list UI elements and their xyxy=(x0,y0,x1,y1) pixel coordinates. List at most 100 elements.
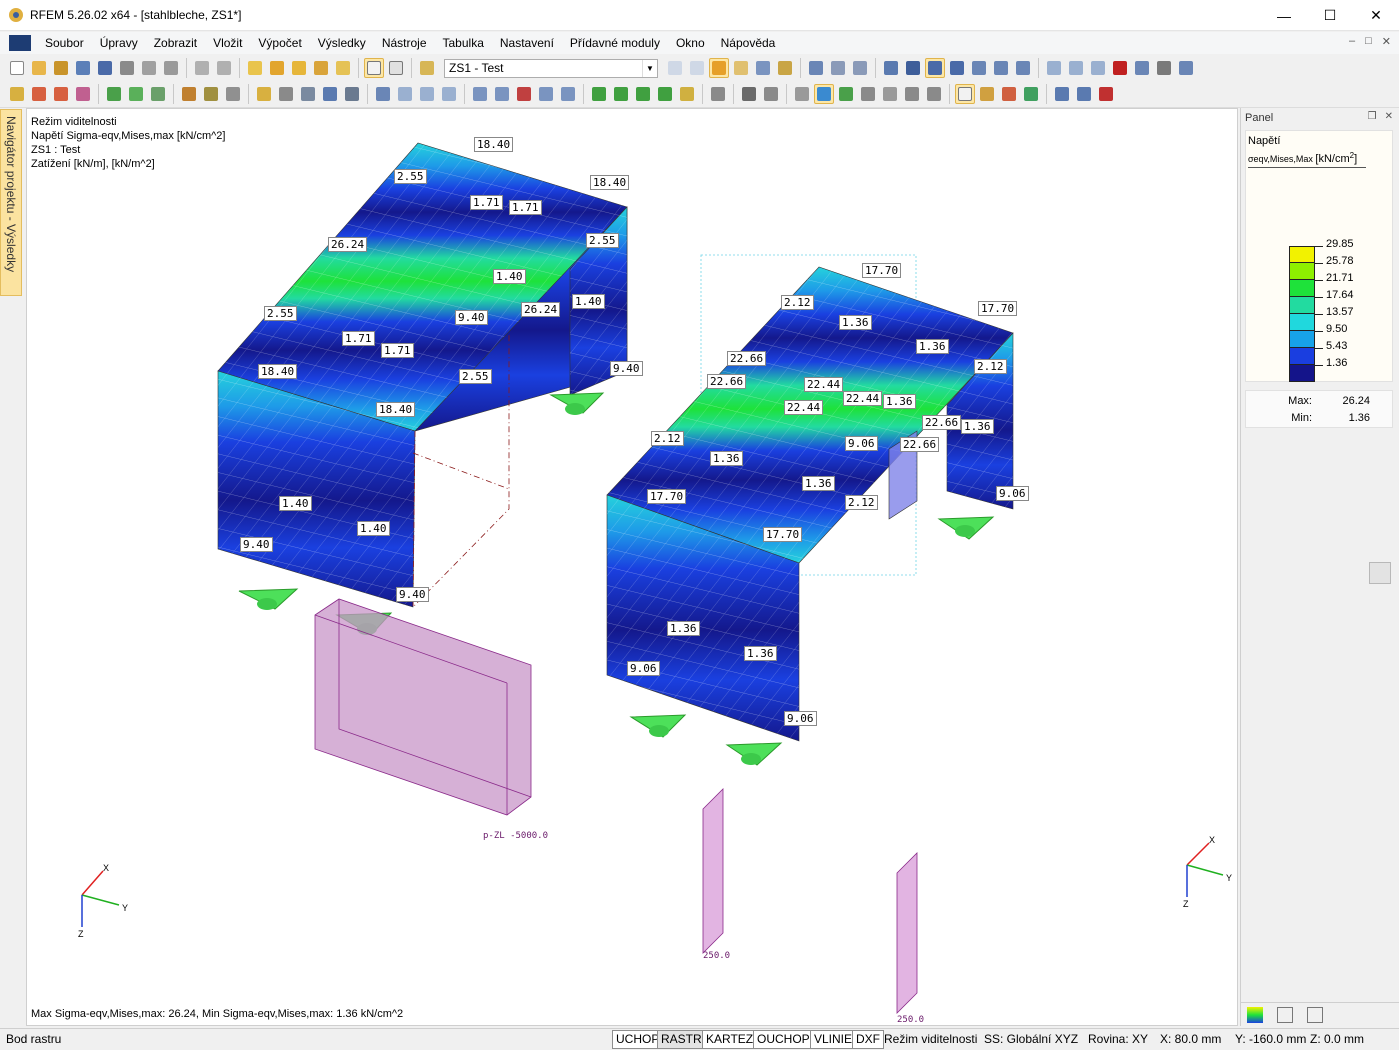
display-4-icon[interactable] xyxy=(536,84,556,104)
balance-icon[interactable] xyxy=(1277,1006,1293,1023)
support-icon[interactable] xyxy=(104,84,124,104)
table-icon[interactable] xyxy=(364,58,384,78)
member-icon[interactable] xyxy=(73,84,93,104)
menu-nastaveni[interactable]: Nastavení xyxy=(492,36,562,50)
undo-icon[interactable] xyxy=(192,58,212,78)
color-scale-icon[interactable] xyxy=(1247,1006,1263,1023)
menu-napoveda[interactable]: Nápověda xyxy=(713,36,784,50)
render-5-icon[interactable] xyxy=(814,84,834,104)
view-mode-3-icon[interactable] xyxy=(925,58,945,78)
menu-zobrazit[interactable]: Zobrazit xyxy=(146,36,205,50)
tool-6-icon[interactable] xyxy=(1154,58,1174,78)
render-15-icon[interactable] xyxy=(1052,84,1072,104)
project-navigator-tab[interactable]: Navigátor projektu - Výsledky xyxy=(0,109,22,296)
render-3-icon[interactable] xyxy=(761,84,781,104)
node-icon[interactable] xyxy=(7,84,27,104)
result-values-icon[interactable] xyxy=(775,58,795,78)
render-10-icon[interactable] xyxy=(924,84,944,104)
redo-icon[interactable] xyxy=(214,58,234,78)
tool-7-icon[interactable] xyxy=(1176,58,1196,78)
maximize-button[interactable]: ☐ xyxy=(1307,0,1353,31)
tool-5-icon[interactable] xyxy=(1132,58,1152,78)
render-8-icon[interactable] xyxy=(880,84,900,104)
result-diagram-icon[interactable] xyxy=(850,58,870,78)
render-14-icon[interactable] xyxy=(1021,84,1041,104)
status-kartez-button[interactable]: KARTEZ xyxy=(702,1030,758,1049)
polyline-icon[interactable] xyxy=(51,84,71,104)
line-icon[interactable] xyxy=(29,84,49,104)
database-icon[interactable] xyxy=(73,58,93,78)
status-rastr-button[interactable]: RASTR xyxy=(657,1030,706,1049)
pencil-icon[interactable] xyxy=(1307,1006,1323,1023)
surface-icon[interactable] xyxy=(254,84,274,104)
menu-upravy[interactable]: Úpravy xyxy=(92,36,146,50)
animation-icon[interactable] xyxy=(806,58,826,78)
open-project-icon[interactable] xyxy=(51,58,71,78)
view-mode-1-icon[interactable] xyxy=(881,58,901,78)
display-5-icon[interactable] xyxy=(558,84,578,104)
status-vlinie-button[interactable]: VLINIE xyxy=(810,1030,857,1049)
menu-nastroje[interactable]: Nástroje xyxy=(374,36,435,50)
results-window-icon[interactable] xyxy=(333,58,353,78)
model-viewport[interactable]: Režim viditelnosti Napětí Sigma-eqv,Mise… xyxy=(26,108,1238,1026)
mdi-restore-button[interactable]: □ xyxy=(1365,35,1372,48)
document-icon[interactable] xyxy=(9,35,31,51)
status-dxf-button[interactable]: DXF xyxy=(852,1030,884,1049)
mdi-minimize-button[interactable]: – xyxy=(1349,35,1355,48)
zoom-icon[interactable] xyxy=(1369,562,1391,584)
render-13-icon[interactable] xyxy=(999,84,1019,104)
axis-2-icon[interactable] xyxy=(611,84,631,104)
grid-table-icon[interactable] xyxy=(386,58,406,78)
open-file-icon[interactable] xyxy=(29,58,49,78)
pin-icon[interactable]: ❒ xyxy=(1368,111,1377,122)
axis-1-icon[interactable] xyxy=(589,84,609,104)
show-values-on-icon[interactable] xyxy=(753,58,773,78)
area-load-icon[interactable] xyxy=(223,84,243,104)
render-7-icon[interactable] xyxy=(858,84,878,104)
save-icon[interactable] xyxy=(95,58,115,78)
tool-2-icon[interactable] xyxy=(1066,58,1086,78)
print-icon[interactable] xyxy=(117,58,137,78)
cube-icon[interactable] xyxy=(320,84,340,104)
minimize-button[interactable]: — xyxy=(1261,0,1307,31)
tool-4-icon[interactable] xyxy=(1110,58,1130,78)
render-11-icon[interactable] xyxy=(955,84,975,104)
tool-3-icon[interactable] xyxy=(1088,58,1108,78)
results-check-icon[interactable] xyxy=(311,58,331,78)
results-on-icon[interactable] xyxy=(709,58,729,78)
render-17-icon[interactable] xyxy=(1096,84,1116,104)
section-icon[interactable] xyxy=(342,84,362,104)
view-mode-2-icon[interactable] xyxy=(903,58,923,78)
menu-soubor[interactable]: Soubor xyxy=(37,36,92,50)
set-icon[interactable] xyxy=(373,84,393,104)
line-load-icon[interactable] xyxy=(201,84,221,104)
menu-vypocet[interactable]: Výpočet xyxy=(250,36,309,50)
render-1-icon[interactable] xyxy=(708,84,728,104)
solid-icon[interactable] xyxy=(276,84,296,104)
axis-5-icon[interactable] xyxy=(677,84,697,104)
menu-tabulka[interactable]: Tabulka xyxy=(435,36,492,50)
menu-vysledky[interactable]: Výsledky xyxy=(310,36,374,50)
mesh-check-icon[interactable] xyxy=(439,84,459,104)
color-scale[interactable] xyxy=(1289,246,1315,382)
tool-1-icon[interactable] xyxy=(1044,58,1064,78)
view-mode-6-icon[interactable] xyxy=(991,58,1011,78)
opening-icon[interactable] xyxy=(298,84,318,104)
surface-support-icon[interactable] xyxy=(148,84,168,104)
load-icon[interactable] xyxy=(179,84,199,104)
status-uchop-button[interactable]: UCHOP xyxy=(612,1030,664,1049)
render-4-icon[interactable] xyxy=(792,84,812,104)
display-1-icon[interactable] xyxy=(470,84,490,104)
calculate-all-icon[interactable] xyxy=(289,58,309,78)
menu-vlozit[interactable]: Vložit xyxy=(205,36,250,50)
display-3-icon[interactable] xyxy=(514,84,534,104)
model-canvas[interactable] xyxy=(27,109,1238,1026)
render-12-icon[interactable] xyxy=(977,84,997,104)
load-case-select[interactable]: ZS1 - Test ▼ xyxy=(444,58,658,78)
mdi-close-button[interactable]: ✕ xyxy=(1382,35,1391,48)
show-values-icon[interactable] xyxy=(731,58,751,78)
close-window-button[interactable]: ✕ xyxy=(1353,0,1399,31)
print-preview-icon[interactable] xyxy=(161,58,181,78)
mesh-icon[interactable] xyxy=(395,84,415,104)
view-mode-7-icon[interactable] xyxy=(1013,58,1033,78)
